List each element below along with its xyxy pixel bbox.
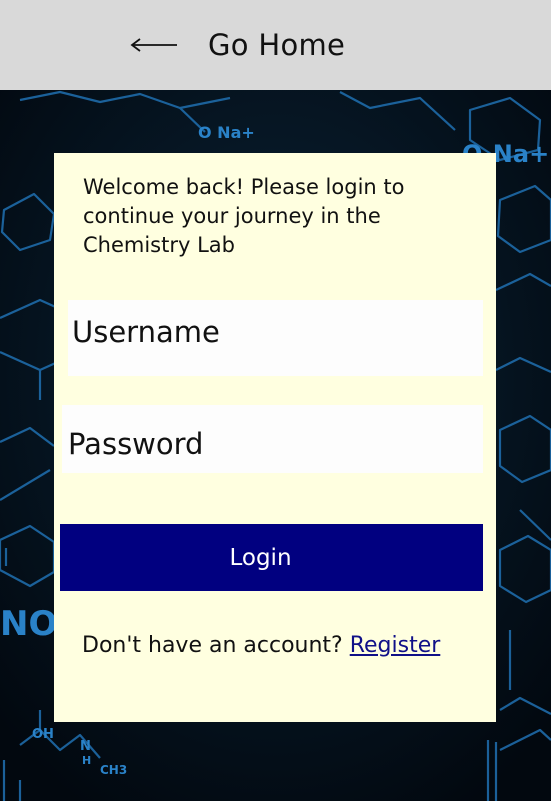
login-page: Go Home O Na+ O-Na+ NO OH N H CH3 Welcom…	[0, 0, 551, 801]
top-bar: Go Home	[0, 0, 551, 90]
formula-oh: OH	[32, 727, 54, 742]
go-home-link[interactable]: Go Home	[130, 22, 345, 68]
go-home-label: Go Home	[208, 28, 346, 62]
back-arrow-icon	[130, 38, 177, 52]
username-field[interactable]	[68, 300, 483, 376]
formula-o-na-1: O Na+	[198, 123, 255, 142]
formula-ch3: CH3	[100, 763, 127, 777]
register-prompt-text: Don't have an account?	[82, 633, 350, 658]
formula-n: N	[80, 739, 91, 754]
welcome-message: Welcome back! Please login to continue y…	[83, 175, 405, 257]
formula-no: NO	[0, 604, 57, 644]
register-link[interactable]: Register	[350, 633, 441, 658]
register-prompt-row: Don't have an account? Register	[82, 633, 440, 658]
formula-h: H	[82, 754, 91, 767]
login-card: Welcome back! Please login to continue y…	[54, 153, 496, 722]
password-field[interactable]	[62, 405, 483, 473]
login-button[interactable]: Login	[60, 524, 483, 591]
